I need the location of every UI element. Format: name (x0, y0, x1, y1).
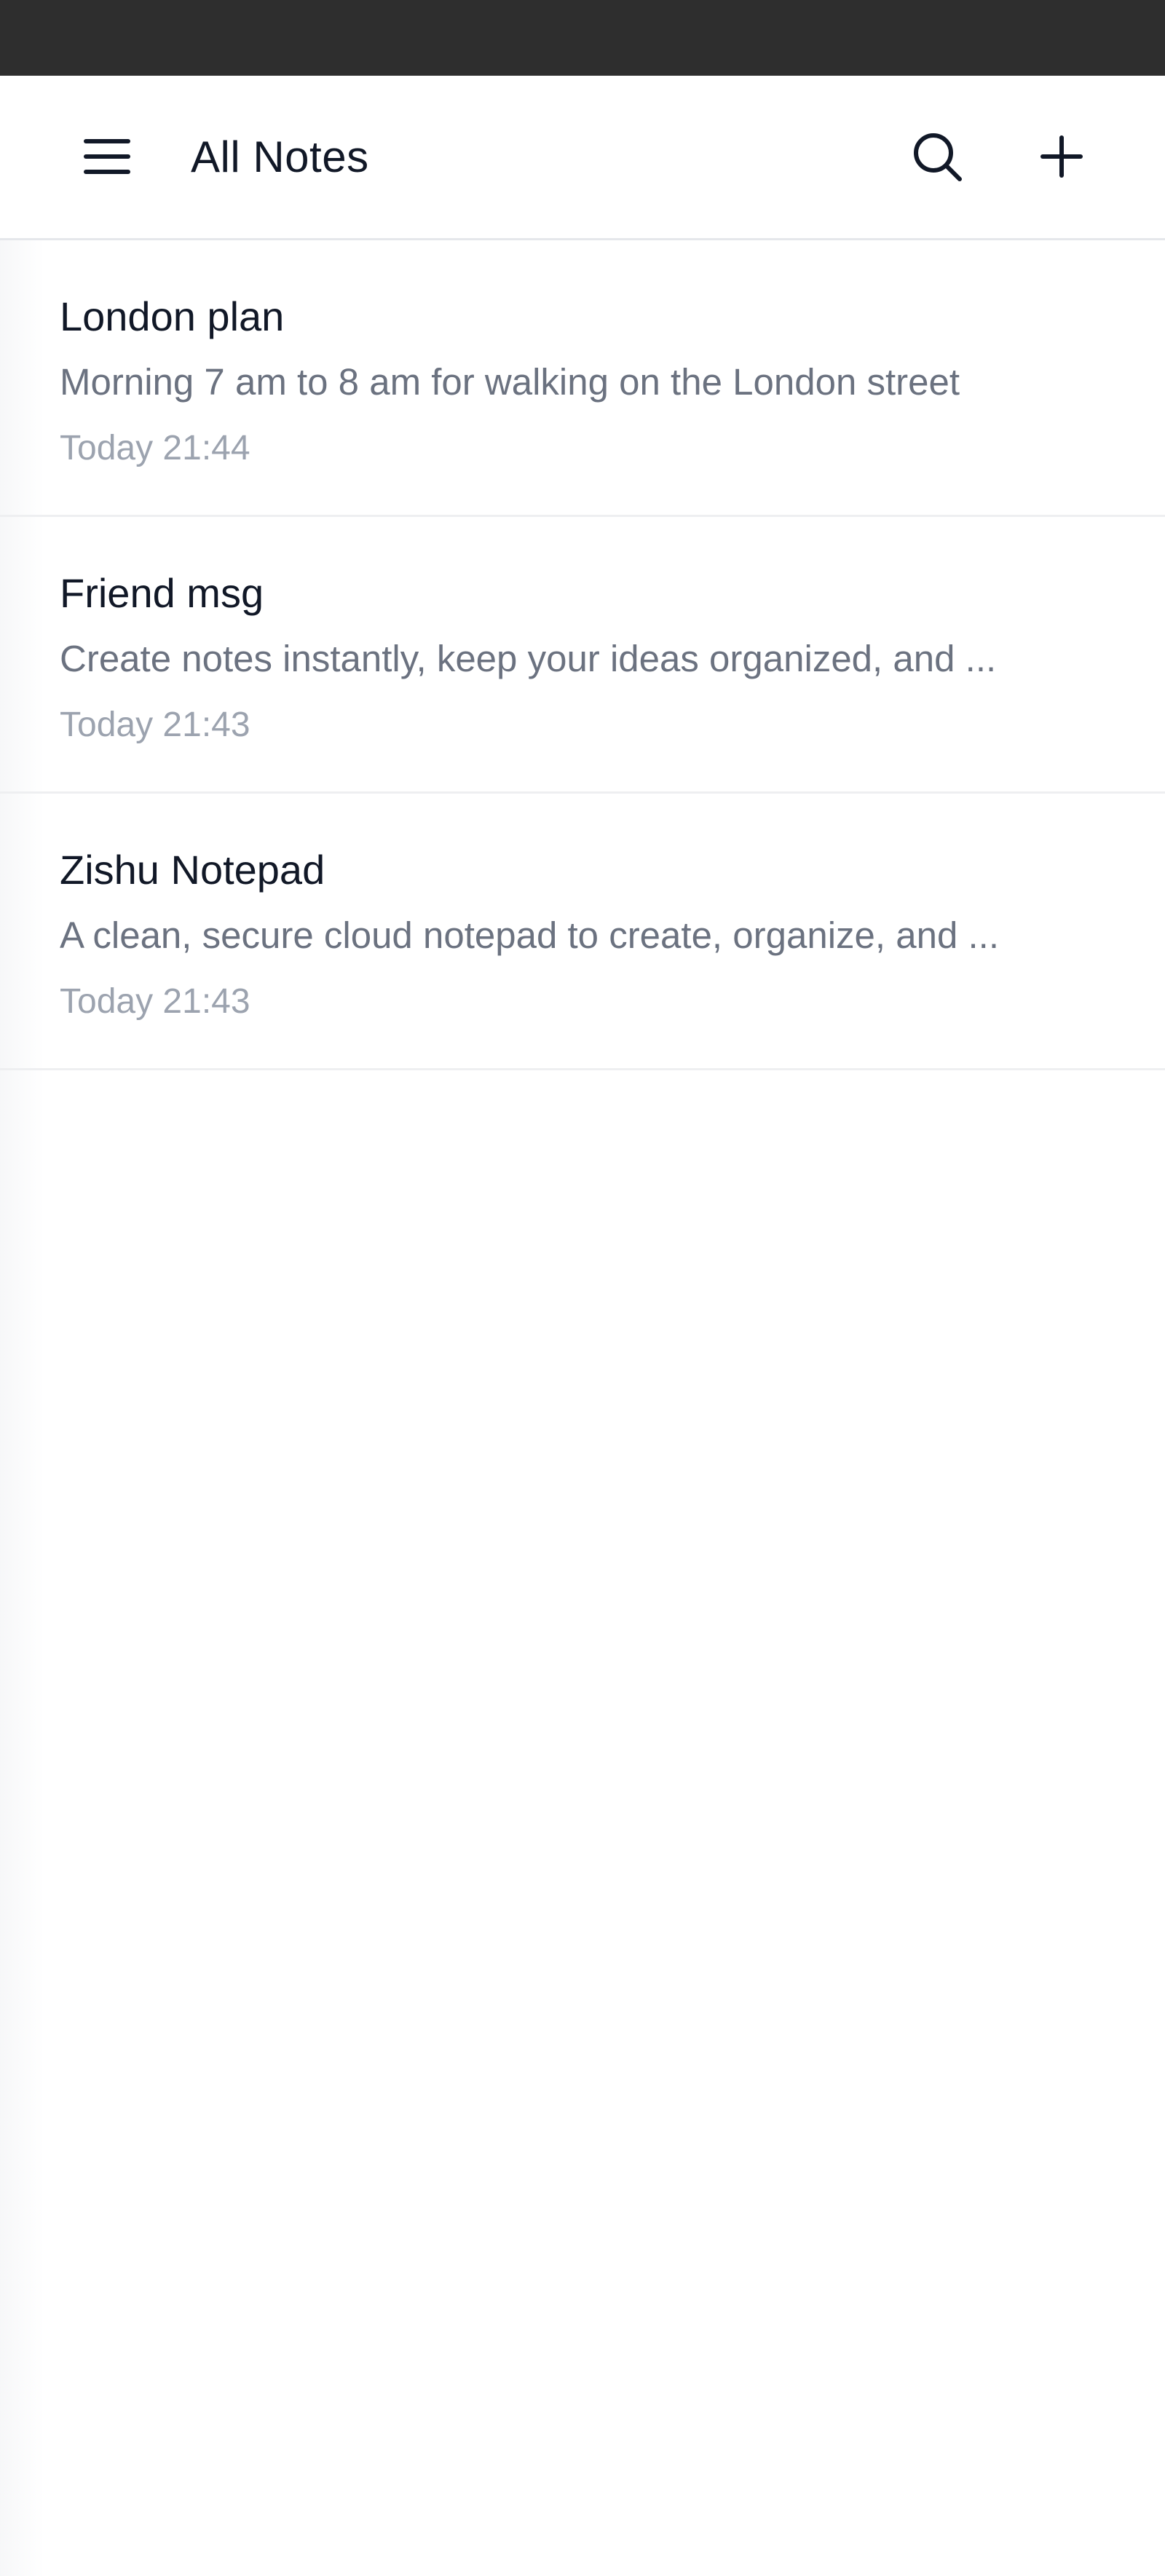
app-container: All Notes London plan Morning 7 am to 8 … (0, 76, 1165, 2576)
note-date: Today 21:43 (60, 706, 250, 744)
menu-button[interactable] (63, 113, 151, 200)
note-title: Zishu Notepad (60, 847, 325, 893)
note-list-item[interactable]: London plan Morning 7 am to 8 am for wal… (0, 240, 1165, 517)
notes-list: London plan Morning 7 am to 8 am for wal… (0, 240, 1165, 1070)
note-preview: Create notes instantly, keep your ideas … (60, 638, 997, 679)
search-button[interactable] (893, 113, 981, 200)
note-preview: A clean, secure cloud notepad to create,… (60, 914, 1000, 956)
note-list-item[interactable]: Friend msg Create notes instantly, keep … (0, 517, 1165, 794)
hamburger-menu-icon (84, 139, 130, 174)
search-icon (914, 133, 962, 181)
note-date: Today 21:43 (60, 982, 250, 1021)
header-bar: All Notes (0, 76, 1165, 240)
add-note-button[interactable] (1018, 113, 1105, 200)
note-preview: Morning 7 am to 8 am for walking on the … (60, 361, 960, 403)
note-date: Today 21:44 (60, 429, 250, 467)
note-list-item[interactable]: Zishu Notepad A clean, secure cloud note… (0, 794, 1165, 1070)
plus-icon (1040, 135, 1083, 178)
note-title: London plan (60, 293, 285, 339)
note-title: Friend msg (60, 570, 264, 616)
page-title: All Notes (191, 133, 369, 181)
status-bar (0, 0, 1165, 76)
